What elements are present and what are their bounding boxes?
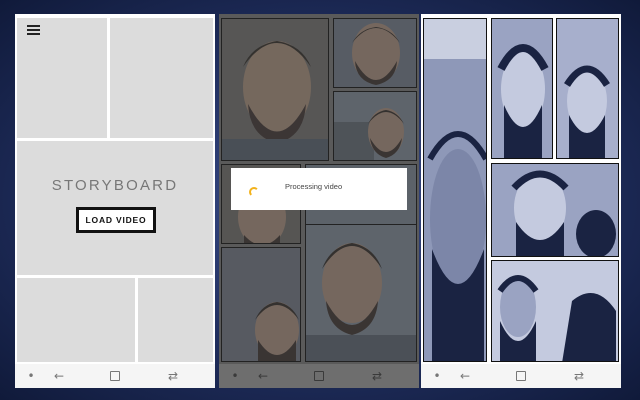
empty-panel [110, 18, 213, 138]
photo-panel [221, 247, 301, 362]
dot-icon: • [231, 369, 239, 383]
phone-storyboard-home: STORYBOARD LOAD VIDEO • ← ⇄ [15, 14, 215, 388]
processing-text: Processing video [285, 182, 343, 191]
comic-face-art [492, 164, 618, 256]
hamburger-menu-icon[interactable] [27, 25, 40, 35]
photo-panel [333, 18, 417, 88]
comic-face-art [557, 19, 618, 158]
android-navbar: • ← ⇄ [219, 364, 419, 388]
back-arrow-icon[interactable]: ← [255, 368, 271, 384]
empty-panel [17, 18, 107, 138]
load-video-button[interactable]: LOAD VIDEO [76, 207, 156, 233]
photo-panel [333, 91, 417, 161]
dot-icon: • [27, 369, 35, 383]
comic-panel[interactable] [556, 18, 619, 159]
dot-icon: • [433, 369, 441, 383]
phone-processing: Processing video • ← ⇄ [219, 14, 419, 388]
comic-panel[interactable] [491, 163, 619, 257]
recent-apps-icon[interactable]: ⇄ [571, 368, 587, 384]
android-navbar: • ← ⇄ [421, 364, 621, 388]
home-square-icon[interactable] [311, 368, 327, 384]
photo-panel [221, 18, 329, 161]
comic-face-art [492, 261, 618, 361]
recent-apps-icon[interactable]: ⇄ [369, 368, 385, 384]
phone-storyboard-result: • ← ⇄ [421, 14, 621, 388]
recent-apps-icon[interactable]: ⇄ [165, 368, 181, 384]
back-arrow-icon[interactable]: ← [51, 368, 67, 384]
comic-panel[interactable] [491, 260, 619, 362]
empty-panel [17, 278, 135, 362]
back-arrow-icon[interactable]: ← [457, 368, 473, 384]
home-square-icon[interactable] [107, 368, 123, 384]
comic-panel[interactable] [423, 18, 487, 362]
storyboard-title: STORYBOARD [51, 177, 179, 194]
comic-face-art [492, 19, 552, 158]
processing-dialog: Processing video [231, 168, 407, 210]
photo-panel [305, 224, 417, 362]
empty-panel [138, 278, 213, 362]
android-navbar: • ← ⇄ [15, 364, 215, 388]
home-square-icon[interactable] [513, 368, 529, 384]
comic-face-art [424, 19, 486, 361]
loading-spinner-icon [249, 187, 259, 197]
comic-panel[interactable] [491, 18, 553, 159]
